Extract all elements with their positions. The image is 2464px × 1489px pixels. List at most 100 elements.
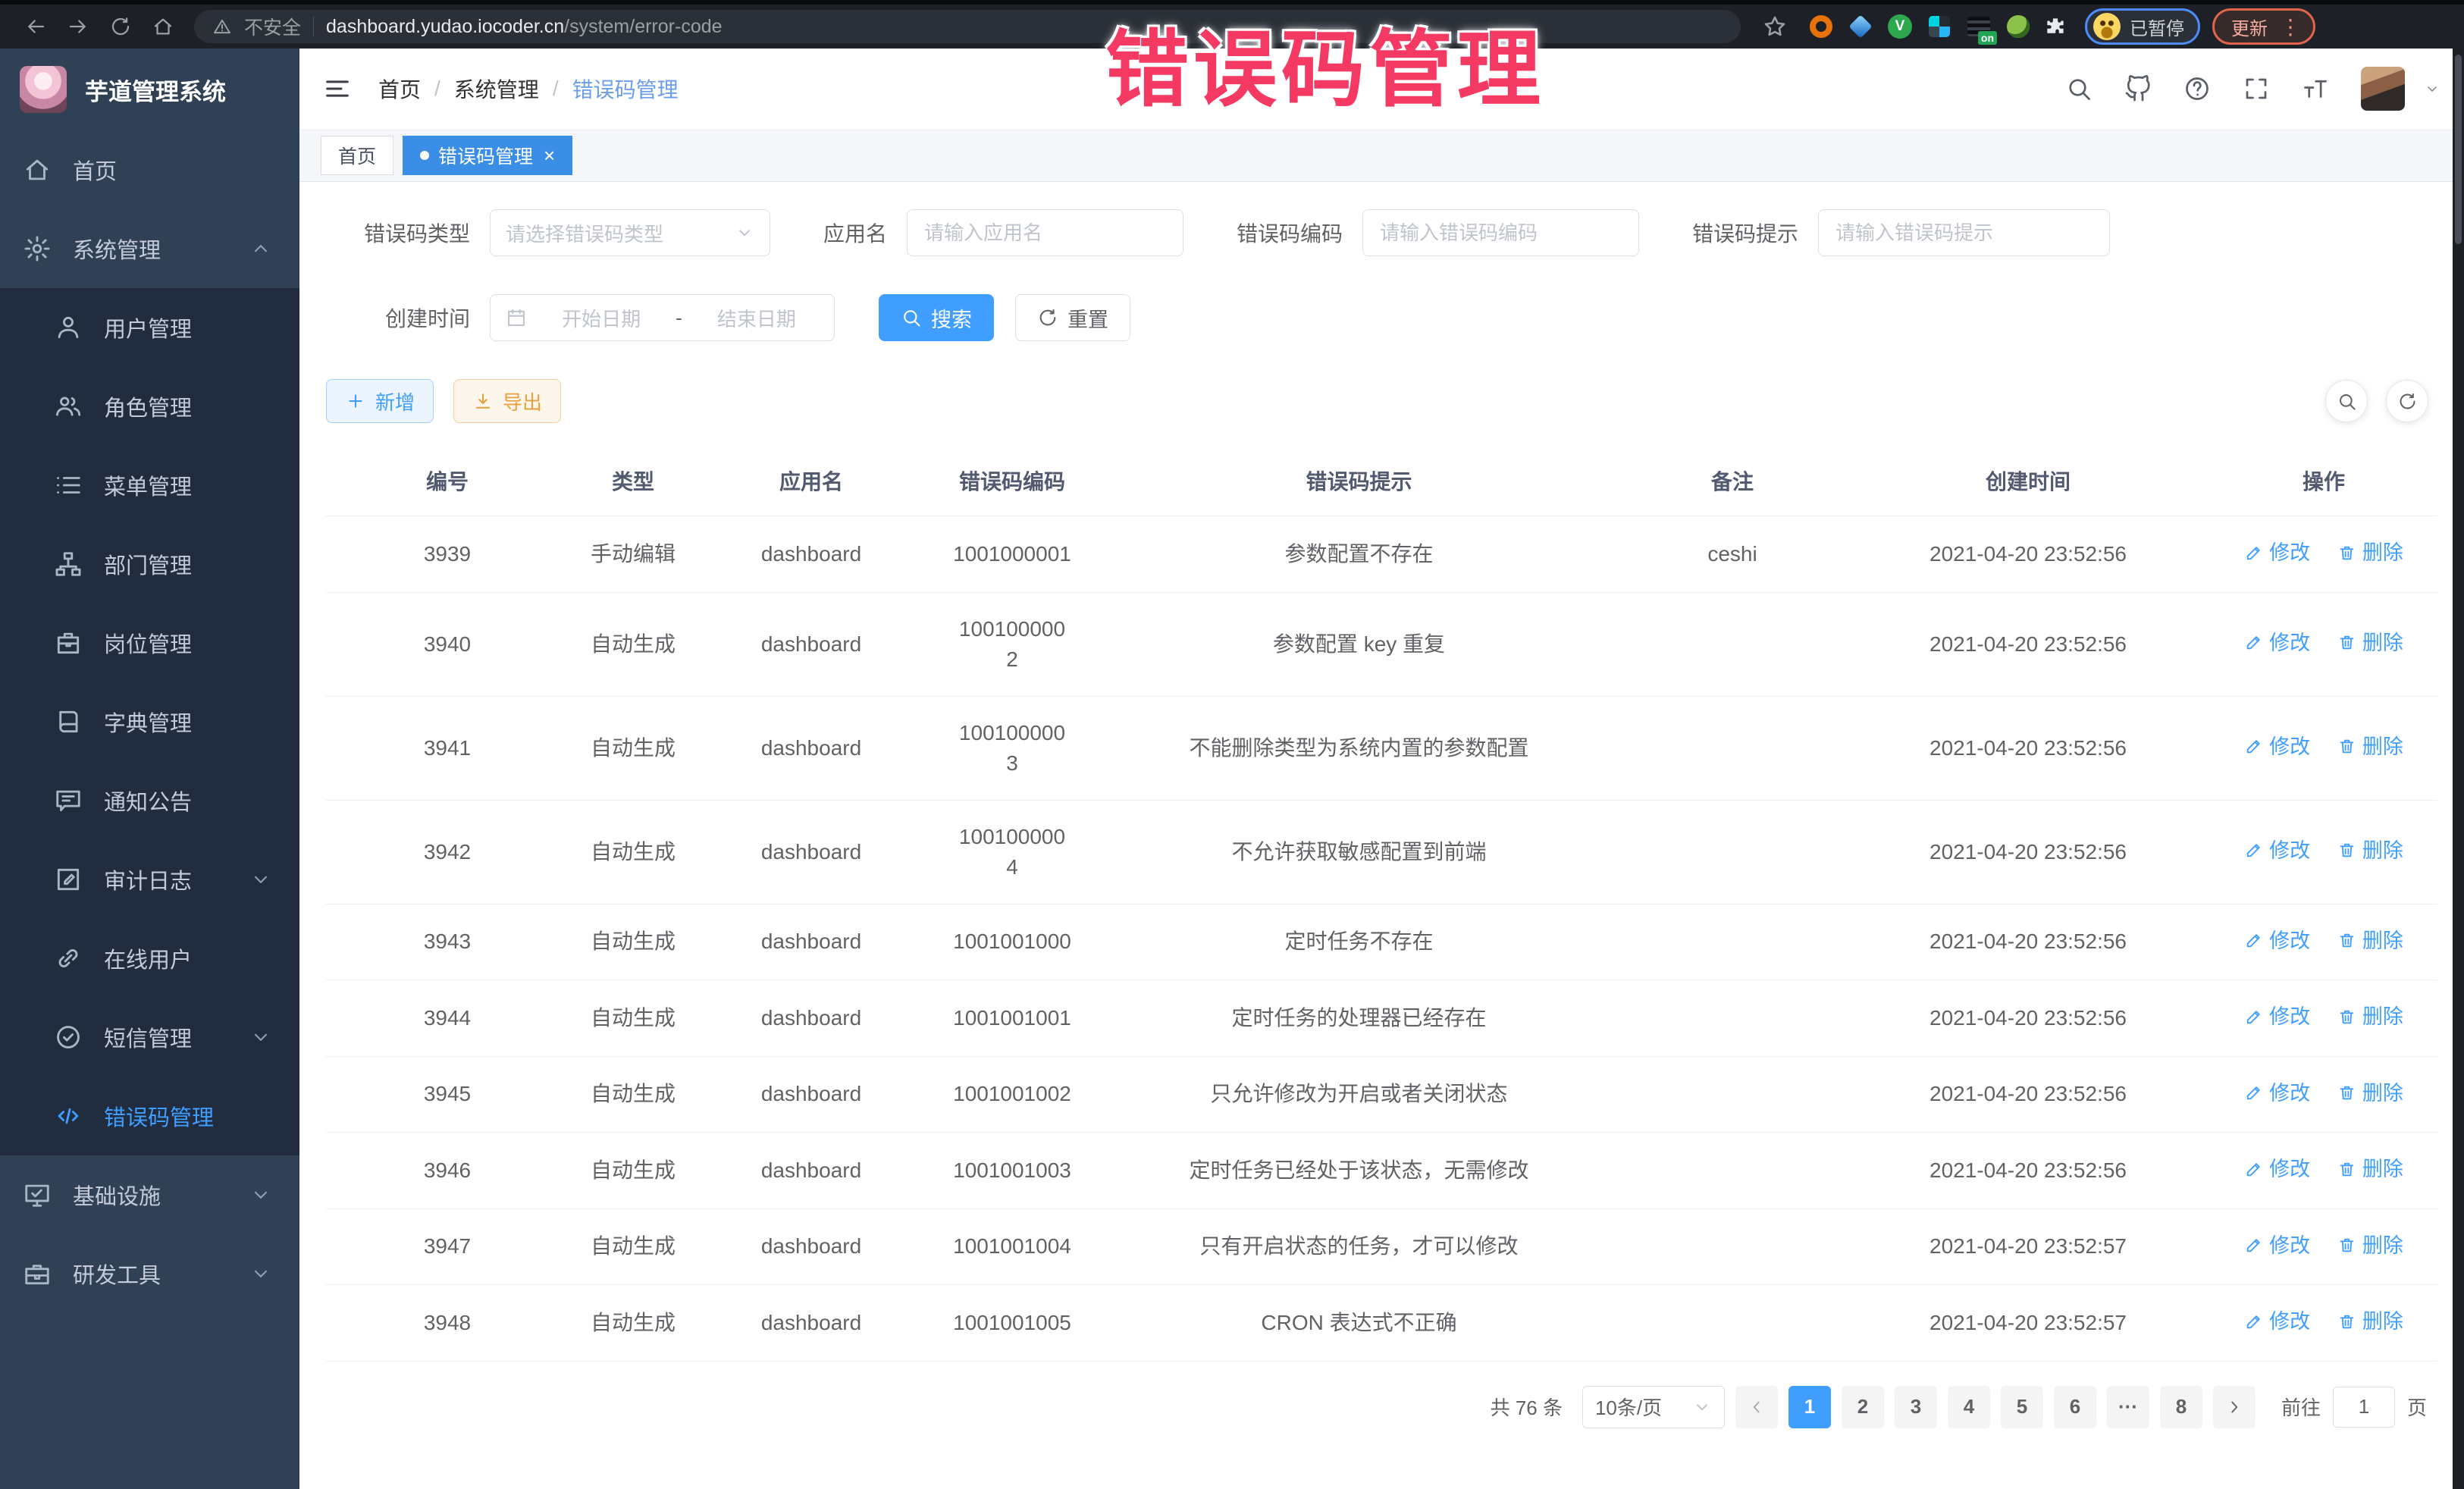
delete-link[interactable]: 删除 bbox=[2337, 926, 2403, 956]
sidebar-item[interactable]: 角色管理 bbox=[0, 367, 299, 446]
page-size-select[interactable]: 10条/页 bbox=[1582, 1386, 1725, 1428]
extension-icon-v[interactable]: V bbox=[1886, 13, 1914, 40]
date-range-picker[interactable]: 开始日期 - 结束日期 bbox=[490, 294, 835, 341]
delete-link[interactable]: 删除 bbox=[2337, 628, 2403, 658]
page-scrollbar[interactable] bbox=[2453, 49, 2464, 1489]
edit-link[interactable]: 修改 bbox=[2244, 732, 2310, 762]
sidebar-item[interactable]: 部门管理 bbox=[0, 525, 299, 603]
sidebar-item[interactable]: 短信管理 bbox=[0, 998, 299, 1077]
tab-error-code[interactable]: 错误码管理 × bbox=[403, 136, 572, 175]
edit-link[interactable]: 修改 bbox=[2244, 1078, 2310, 1108]
profile-chip[interactable]: 已暂停 bbox=[2085, 8, 2200, 45]
cell-app: dashboard bbox=[698, 1208, 925, 1285]
tab-home[interactable]: 首页 bbox=[321, 136, 393, 175]
page-button[interactable]: 2 bbox=[1842, 1386, 1884, 1428]
sidebar-item[interactable]: 错误码管理 bbox=[0, 1077, 299, 1155]
edit-link[interactable]: 修改 bbox=[2244, 628, 2310, 658]
error-code-field[interactable] bbox=[1362, 209, 1639, 256]
cell-msg: 参数配置 key 重复 bbox=[1099, 592, 1619, 696]
edit-link[interactable]: 修改 bbox=[2244, 1154, 2310, 1184]
edit-link[interactable]: 修改 bbox=[2244, 1002, 2310, 1032]
sidebar-item[interactable]: 在线用户 bbox=[0, 919, 299, 998]
reload-icon[interactable] bbox=[102, 9, 140, 44]
page-button[interactable]: 3 bbox=[1895, 1386, 1937, 1428]
home-icon[interactable] bbox=[144, 9, 182, 44]
reset-button[interactable]: 重置 bbox=[1015, 294, 1130, 341]
extension-icon-switch[interactable]: on bbox=[1965, 13, 1992, 40]
back-icon[interactable] bbox=[17, 9, 55, 44]
sidebar-item[interactable]: 首页 bbox=[0, 130, 299, 209]
app-name-input[interactable] bbox=[924, 221, 1166, 245]
collapse-sidebar-icon[interactable] bbox=[322, 74, 353, 104]
scrollbar-thumb[interactable] bbox=[2455, 55, 2462, 244]
extension-icon-gem[interactable] bbox=[1847, 13, 1874, 40]
delete-link[interactable]: 删除 bbox=[2337, 1078, 2403, 1108]
edit-link[interactable]: 修改 bbox=[2244, 538, 2310, 568]
tab-close-icon[interactable]: × bbox=[544, 146, 555, 165]
page-button[interactable]: 1 bbox=[1788, 1386, 1831, 1428]
delete-link[interactable]: 删除 bbox=[2337, 835, 2403, 866]
error-msg-field[interactable] bbox=[1818, 209, 2110, 256]
breadcrumb-item[interactable]: 首页 / bbox=[378, 74, 454, 104]
page-button[interactable]: 5 bbox=[2001, 1386, 2043, 1428]
app-logo-row[interactable]: 芋道管理系统 bbox=[0, 49, 299, 130]
extension-icon-mosaic[interactable] bbox=[1926, 13, 1953, 40]
edit-link[interactable]: 修改 bbox=[2244, 926, 2310, 956]
edit-link[interactable]: 修改 bbox=[2244, 1230, 2310, 1261]
extensions-puzzle-icon[interactable] bbox=[2044, 15, 2067, 38]
page-button[interactable]: 4 bbox=[1948, 1386, 1990, 1428]
error-type-select[interactable]: 请选择错误码类型 bbox=[490, 209, 770, 256]
fullscreen-icon[interactable] bbox=[2243, 75, 2270, 102]
extension-icon-spy[interactable] bbox=[2005, 13, 2032, 40]
sidebar-item[interactable]: 菜单管理 bbox=[0, 446, 299, 525]
delete-link[interactable]: 删除 bbox=[2337, 1230, 2403, 1261]
page-button[interactable]: 8 bbox=[2160, 1386, 2202, 1428]
browser-menu-icon[interactable]: ⋮ bbox=[2280, 14, 2301, 39]
error-msg-input[interactable] bbox=[1835, 221, 2093, 245]
add-button[interactable]: 新增 bbox=[326, 379, 434, 423]
forward-icon[interactable] bbox=[59, 9, 97, 44]
github-icon[interactable] bbox=[2124, 75, 2152, 102]
sidebar-item[interactable]: 基础设施 bbox=[0, 1155, 299, 1234]
app-name-field[interactable] bbox=[907, 209, 1183, 256]
extension-icon-orange[interactable] bbox=[1807, 13, 1835, 40]
toggle-search-button[interactable] bbox=[2325, 380, 2368, 422]
error-code-input[interactable] bbox=[1380, 221, 1622, 245]
delete-link[interactable]: 删除 bbox=[2337, 732, 2403, 762]
refresh-table-button[interactable] bbox=[2386, 380, 2428, 422]
app-shell: 芋道管理系统 首页 系统管理 用户管理 bbox=[0, 49, 2464, 1489]
export-button[interactable]: 导出 bbox=[453, 379, 561, 423]
goto-page-input[interactable] bbox=[2333, 1387, 2395, 1428]
prev-page-button[interactable] bbox=[1735, 1386, 1778, 1428]
cell-remark bbox=[1619, 1208, 1846, 1285]
search-icon[interactable] bbox=[2065, 75, 2093, 102]
update-button[interactable]: 更新 ⋮ bbox=[2212, 8, 2315, 45]
sidebar-item[interactable]: 系统管理 bbox=[0, 209, 299, 288]
font-size-icon[interactable] bbox=[2302, 75, 2329, 102]
delete-link[interactable]: 删除 bbox=[2337, 1002, 2403, 1032]
user-avatar[interactable] bbox=[2361, 67, 2405, 111]
help-icon[interactable] bbox=[2183, 75, 2211, 102]
delete-link[interactable]: 删除 bbox=[2337, 1306, 2403, 1337]
delete-link[interactable]: 删除 bbox=[2337, 538, 2403, 568]
page-button[interactable]: 6 bbox=[2054, 1386, 2096, 1428]
breadcrumb-item[interactable]: 系统管理 / bbox=[454, 74, 572, 104]
breadcrumb-item[interactable]: 错误码管理 / bbox=[572, 74, 679, 104]
search-button[interactable]: 搜索 bbox=[879, 294, 994, 341]
sidebar-item[interactable]: 用户管理 bbox=[0, 288, 299, 367]
page-button[interactable]: ··· bbox=[2107, 1386, 2149, 1428]
edit-link[interactable]: 修改 bbox=[2244, 1306, 2310, 1337]
delete-link[interactable]: 删除 bbox=[2337, 1154, 2403, 1184]
sidebar-item[interactable]: 审计日志 bbox=[0, 840, 299, 919]
next-page-button[interactable] bbox=[2213, 1386, 2256, 1428]
sidebar-item-label: 审计日志 bbox=[104, 864, 192, 895]
avatar-caret-icon[interactable] bbox=[2423, 80, 2441, 98]
sidebar-item[interactable]: 通知公告 bbox=[0, 761, 299, 840]
sidebar-item[interactable]: 字典管理 bbox=[0, 682, 299, 761]
edit-link[interactable]: 修改 bbox=[2244, 835, 2310, 866]
sidebar-item[interactable]: 岗位管理 bbox=[0, 603, 299, 682]
sidebar-item[interactable]: 研发工具 bbox=[0, 1234, 299, 1313]
cell-msg: 参数配置不存在 bbox=[1099, 516, 1619, 593]
sidebar-item-chevron-icon bbox=[249, 1183, 272, 1206]
bookmark-star-icon[interactable] bbox=[1762, 14, 1788, 39]
